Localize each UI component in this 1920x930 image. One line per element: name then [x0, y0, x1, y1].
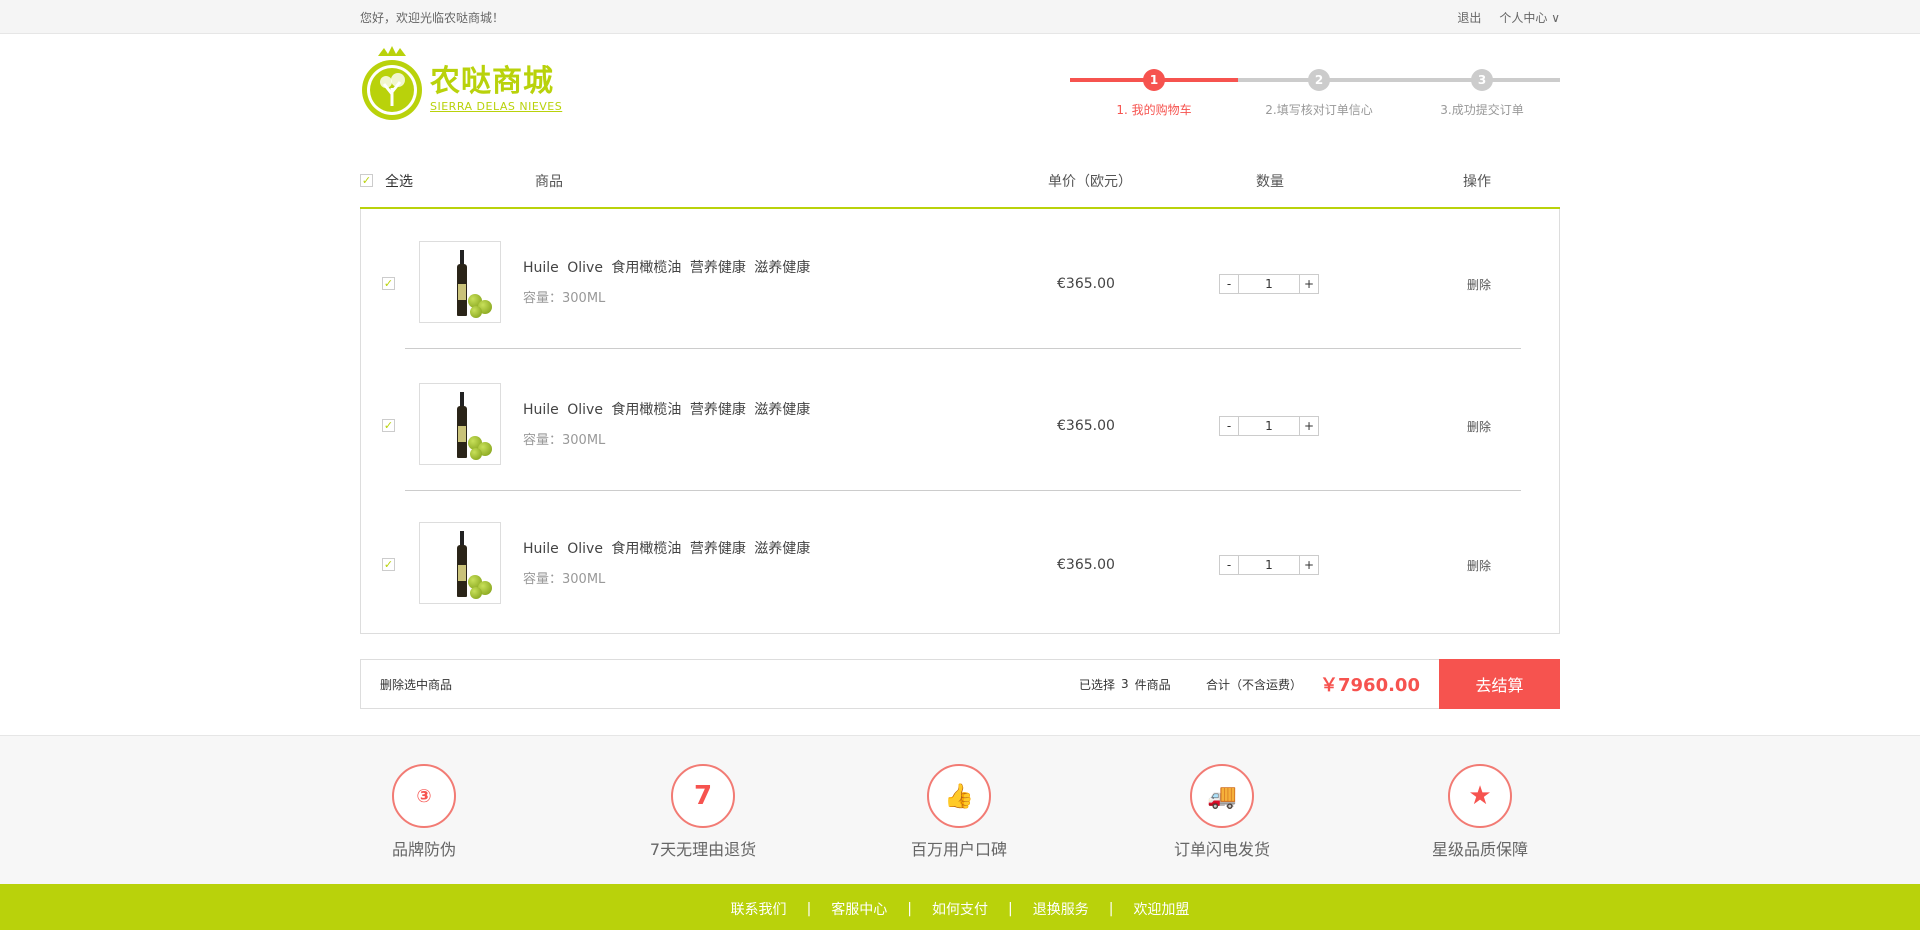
item-divider	[405, 348, 1521, 349]
checkout-button[interactable]: 去结算	[1439, 659, 1560, 709]
top-bar: 您好，欢迎光临农哒商城！ 退出 个人中心 ∨	[0, 0, 1920, 34]
product-name[interactable]: Huile Olive 食用橄榄油 营养健康 滋养健康	[523, 257, 810, 277]
cart-table-header: ✓ 全选 商品 单价（欧元） 数量 操作	[360, 152, 1560, 209]
anti-fake-icon: ③	[392, 764, 456, 828]
step-2-dot: 2	[1308, 69, 1330, 91]
quantity-increase-button[interactable]: +	[1299, 274, 1319, 294]
quantity-increase-button[interactable]: +	[1299, 555, 1319, 575]
product-spec: 容量：300ML	[523, 291, 606, 306]
delete-item-link[interactable]: 删除	[1467, 418, 1491, 435]
quantity-decrease-button[interactable]: -	[1219, 555, 1239, 575]
logo-badge-icon	[360, 44, 424, 124]
select-all-checkbox[interactable]: ✓	[360, 174, 373, 187]
footer-separator: |	[806, 901, 812, 917]
cart-section: ✓ 全选 商品 单价（欧元） 数量 操作 ✓ Huile Olive 食用橄榄油…	[360, 152, 1560, 709]
step-1-dot: 1	[1143, 69, 1165, 91]
delete-item-link[interactable]: 删除	[1467, 276, 1491, 293]
star-icon: ★	[1448, 764, 1512, 828]
step-3-dot: 3	[1471, 69, 1493, 91]
total-amount: ￥7960.00	[1320, 675, 1420, 696]
product-price: €365.00	[1057, 418, 1115, 434]
feature-label: 品牌防伪	[391, 840, 456, 859]
footer-link-service[interactable]: 客服中心	[831, 899, 887, 919]
item-checkbox[interactable]: ✓	[382, 419, 395, 432]
product-name[interactable]: Huile Olive 食用橄榄油 营养健康 滋养健康	[523, 399, 810, 419]
feature-reputation: 👍 百万用户口碑	[889, 764, 1029, 860]
footer-link-contact[interactable]: 联系我们	[731, 899, 787, 919]
product-column-header: 商品	[535, 173, 563, 190]
personal-center-menu[interactable]: 个人中心 ∨	[1499, 9, 1560, 26]
product-spec: 容量：300ML	[523, 572, 606, 587]
selected-count: 已选择 3 件商品	[1079, 660, 1171, 708]
delete-item-link[interactable]: 删除	[1467, 557, 1491, 574]
product-price: €365.00	[1057, 276, 1115, 292]
footer-separator: |	[1108, 901, 1114, 917]
quantity-stepper: - 1 +	[1219, 274, 1319, 294]
product-name[interactable]: Huile Olive 食用橄榄油 营养健康 滋养健康	[523, 538, 810, 558]
return-7days-icon: 7	[671, 764, 735, 828]
selected-count-value: 3	[1121, 677, 1129, 691]
item-checkbox[interactable]: ✓	[382, 558, 395, 571]
feature-shipping: 🚚 订单闪电发货	[1152, 764, 1292, 860]
delete-selected-link[interactable]: 删除选中商品	[380, 660, 452, 708]
selected-prefix: 已选择	[1079, 677, 1116, 692]
product-thumbnail[interactable]	[419, 522, 501, 604]
quantity-input[interactable]: 1	[1239, 274, 1299, 294]
quantity-decrease-button[interactable]: -	[1219, 274, 1239, 294]
action-column-header: 操作	[1463, 173, 1491, 190]
thumbs-up-icon: 👍	[927, 764, 991, 828]
product-price: €365.00	[1057, 557, 1115, 573]
quantity-input[interactable]: 1	[1239, 416, 1299, 436]
feature-anti-fake: ③ 品牌防伪	[354, 764, 494, 860]
cart-item: ✓ Huile Olive 食用橄榄油 营养健康 滋养健康 容量：300ML €…	[361, 351, 1561, 491]
feature-label: 7天无理由退货	[649, 840, 757, 859]
logo-name: 农哒商城	[430, 63, 554, 99]
item-checkbox[interactable]: ✓	[382, 277, 395, 290]
step-1-label: 1. 我的购物车	[1116, 103, 1192, 117]
feature-quality: ★ 星级品质保障	[1410, 764, 1550, 860]
quantity-column-header: 数量	[1256, 173, 1284, 190]
footer-link-franchise[interactable]: 欢迎加盟	[1133, 899, 1189, 919]
quantity-stepper: - 1 +	[1219, 416, 1319, 436]
feature-label: 星级品质保障	[1431, 840, 1528, 859]
header: 农哒商城 SIERRA DELAS NIEVES 1 2 3 1. 我的购物车 …	[360, 34, 1560, 152]
quantity-input[interactable]: 1	[1239, 555, 1299, 575]
product-thumbnail[interactable]	[419, 383, 501, 465]
product-thumbnail[interactable]	[419, 241, 501, 323]
footer-separator: |	[1008, 901, 1013, 917]
logo-subtitle: SIERRA DELAS NIEVES	[430, 99, 563, 113]
footer-links: 联系我们 | 客服中心 | 如何支付 | 退换服务 | 欢迎加盟	[0, 884, 1920, 930]
step-progress-inactive	[1238, 78, 1560, 82]
selected-suffix: 件商品	[1134, 677, 1171, 692]
feature-return: 7 7天无理由退货	[633, 764, 773, 860]
service-features: ③ 品牌防伪 7 7天无理由退货 👍 百万用户口碑 🚚 订单闪电发货 ★ 星级品…	[0, 735, 1920, 884]
footer-link-payment[interactable]: 如何支付	[932, 899, 988, 919]
step-2-label: 2.填写核对订单信心	[1265, 103, 1373, 117]
quantity-decrease-button[interactable]: -	[1219, 416, 1239, 436]
select-all-label: 全选	[385, 173, 413, 190]
cart-item: ✓ Huile Olive 食用橄榄油 营养健康 滋养健康 容量：300ML €…	[361, 490, 1561, 630]
feature-label: 订单闪电发货	[1173, 840, 1270, 859]
logo[interactable]: 农哒商城 SIERRA DELAS NIEVES	[360, 44, 562, 124]
truck-icon: 🚚	[1190, 764, 1254, 828]
total-label: 合计（不含运费）	[1206, 677, 1303, 692]
price-column-header: 单价（欧元）	[1048, 173, 1132, 190]
cart-items: ✓ Huile Olive 食用橄榄油 营养健康 滋养健康 容量：300ML €…	[360, 209, 1560, 634]
feature-label: 百万用户口碑	[910, 840, 1007, 859]
quantity-stepper: - 1 +	[1219, 555, 1319, 575]
footer-separator: |	[907, 901, 912, 917]
checkout-steps: 1 2 3 1. 我的购物车 2.填写核对订单信心 3.成功提交订单	[1070, 66, 1560, 126]
cart-summary-bar: 删除选中商品 已选择 3 件商品 合计（不含运费） ￥7960.00 去结算	[360, 659, 1560, 709]
quantity-increase-button[interactable]: +	[1299, 416, 1319, 436]
step-3-label: 3.成功提交订单	[1440, 103, 1524, 117]
cart-item: ✓ Huile Olive 食用橄榄油 营养健康 滋养健康 容量：300ML €…	[361, 209, 1561, 349]
footer-link-returns[interactable]: 退换服务	[1033, 899, 1089, 919]
product-spec: 容量：300ML	[523, 433, 606, 448]
logout-link[interactable]: 退出	[1457, 9, 1481, 26]
welcome-text: 您好，欢迎光临农哒商城！	[360, 10, 505, 25]
